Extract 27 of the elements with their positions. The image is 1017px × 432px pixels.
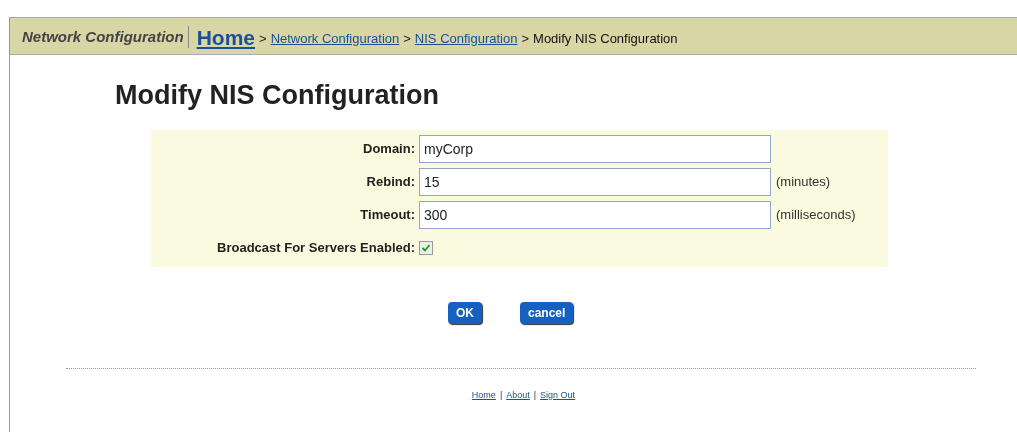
field-label: Timeout: [359, 205, 416, 224]
text-field[interactable]: 15 [419, 167, 771, 196]
unit-label: (minutes) [776, 172, 831, 191]
footer-separator: | [499, 388, 503, 402]
footer-link[interactable]: Sign Out [540, 388, 576, 402]
breadcrumb-current: Modify NIS Configuration [533, 29, 678, 48]
check-icon [421, 242, 431, 253]
field-label: Domain: [362, 139, 416, 158]
field-label: Rebind: [365, 172, 416, 191]
footer-separator: | [533, 388, 537, 402]
ok-button[interactable]: OK [448, 301, 482, 324]
breadcrumb-separator: > [403, 29, 411, 48]
section-title: Network Configuration [22, 25, 189, 48]
footer-link[interactable]: Home [471, 388, 496, 402]
home-link[interactable]: Home [196, 27, 256, 48]
checkbox[interactable] [419, 240, 433, 255]
breadcrumb-separator: > [521, 29, 530, 48]
field-label: Broadcast For Servers Enabled: [216, 238, 416, 257]
cancel-button[interactable]: cancel [520, 301, 574, 324]
unit-label: (milliseconds) [776, 205, 856, 224]
page-title: Modify NIS Configuration [115, 79, 440, 112]
text-field[interactable]: 300 [419, 200, 771, 229]
footer-link[interactable]: About [506, 388, 530, 402]
breadcrumb-separator: > [259, 29, 267, 48]
breadcrumb-link[interactable]: NIS Configuration [414, 28, 518, 48]
breadcrumb-link[interactable]: Network Configuration [270, 28, 400, 48]
text-field[interactable]: myCorp [419, 134, 771, 163]
